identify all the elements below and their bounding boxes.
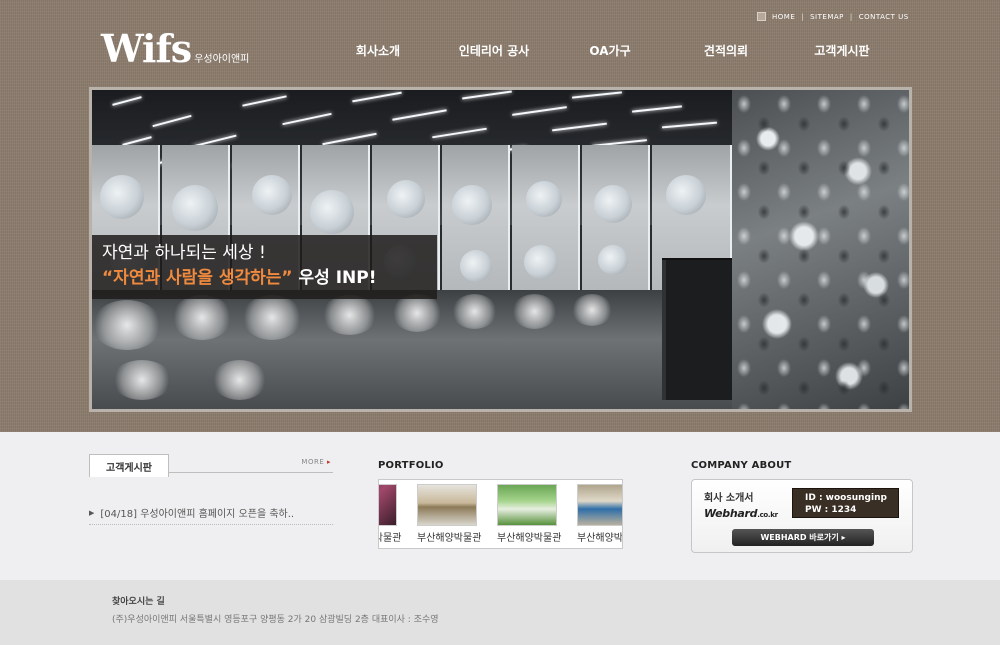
portfolio-label: 부산해양박물관 [379,533,402,544]
portfolio-label: 부산해양박물관 [417,533,482,544]
board-more-link[interactable]: MORE ▸ [301,458,331,466]
webhard-logo-suffix: .co.kr [757,511,778,519]
more-label: MORE [301,458,325,466]
home-link[interactable]: HOME [772,13,795,21]
caption-headline: 자연과 하나되는 세상 ! [102,243,266,263]
nav-customer-board[interactable]: 고객게시판 [784,42,900,59]
contact-link[interactable]: CONTACT US [859,13,909,21]
portfolio-label: 부산해양박물관 [577,533,623,544]
portfolio-item[interactable]: 부산해양박물관 [417,484,482,544]
site-logo[interactable]: Wifs 우성아이앤피 [101,26,249,71]
home-icon [757,12,766,21]
portfolio-item[interactable]: 부산해양박물관 [577,484,623,544]
webhard-id: ID : woosunginp [805,493,887,503]
nav-estimate[interactable]: 견적의뢰 [668,42,784,59]
arrow-right-icon: ▸ [326,458,331,466]
utility-nav: HOME | SITEMAP | CONTACT US [757,12,909,21]
portfolio-carousel: 부산해양박물관 부산해양박물관 부산해양박물관 부산해양박물관 [378,479,623,549]
main-banner: 자연과 하나되는 세상 ! “자연과 사람을 생각하는” 우성 INP! [89,87,912,412]
portfolio-thumbnail [417,484,477,526]
bullet-icon: ▶ [89,508,95,517]
main-nav: 회사소개 인테리어 공사 OA가구 견적의뢰 고객게시판 [320,42,900,59]
nav-separator: | [801,12,805,21]
list-item[interactable]: ▶ [04/18] 우성아이앤피 홈페이지 오픈을 축하.. [89,505,333,525]
portfolio-thumbnail [497,484,557,526]
webhard-button[interactable]: WEBHARD 바로가기 ▸ [732,529,874,546]
content-area: 고객게시판 MORE ▸ ▶ [04/18] 우성아이앤피 홈페이지 오픈을 축… [0,432,1000,580]
caption-slogan: “자연과 사람을 생각하는” 우성 INP! [102,265,427,291]
caption-quote: “자연과 사람을 생각하는” [102,268,293,288]
banner-glass-panel [732,90,909,409]
portfolio-thumbnail [577,484,622,526]
logo-subtitle: 우성아이앤피 [194,54,250,65]
company-intro-label[interactable]: 회사 소개서 [704,489,753,504]
portfolio-section: PORTFOLIO 부산해양박물관 부산해양박물관 부산해양박물관 부산해양박물… [378,460,623,549]
logo-mark: Wifs [101,26,192,71]
webhard-pw: PW : 1234 [805,505,857,515]
logo-mark-text: Wifs [101,26,192,71]
webhard-logo: Webhard.co.kr [704,507,778,520]
banner-stand-body [662,260,732,400]
portfolio-item[interactable]: 부산해양박물관 [497,484,562,544]
board-tab[interactable]: 고객게시판 [89,454,169,477]
sitemap-link[interactable]: SITEMAP [810,13,844,21]
company-box: 회사 소개서 Webhard.co.kr ID : woosunginp PW … [691,479,913,553]
nav-oa-furniture[interactable]: OA가구 [552,42,668,59]
nav-company[interactable]: 회사소개 [320,42,436,59]
credentials-box: ID : woosunginp PW : 1234 [792,488,899,518]
nav-interior[interactable]: 인테리어 공사 [436,42,552,59]
banner-caption: 자연과 하나되는 세상 ! “자연과 사람을 생각하는” 우성 INP! [92,235,437,299]
caption-brand: 우성 INP! [298,268,377,288]
portfolio-title: PORTFOLIO [378,460,444,471]
portfolio-item[interactable]: 부산해양박물관 [379,484,402,544]
board-divider [168,472,333,473]
board-section: 고객게시판 MORE ▸ ▶ [04/18] 우성아이앤피 홈페이지 오픈을 축… [89,454,333,525]
company-title: COMPANY ABOUT [691,460,792,471]
footer: 찾아오시는 길 (주)우성아이앤피 서울특별시 영등포구 양평동 2가 20 삼… [0,580,1000,645]
portfolio-label: 부산해양박물관 [497,533,562,544]
webhard-logo-text: Webhard [704,507,758,520]
footer-info: (주)우성아이앤피 서울특별시 영등포구 양평동 2가 20 삼광빌딩 2층 대… [112,615,439,625]
nav-separator: | [849,12,853,21]
footer-title: 찾아오시는 길 [112,597,165,607]
portfolio-thumbnail [379,484,397,526]
company-section: COMPANY ABOUT 회사 소개서 Webhard.co.kr ID : … [691,460,913,553]
banner-floor [92,290,732,409]
list-item-text: [04/18] 우성아이앤피 홈페이지 오픈을 축하.. [100,509,295,520]
